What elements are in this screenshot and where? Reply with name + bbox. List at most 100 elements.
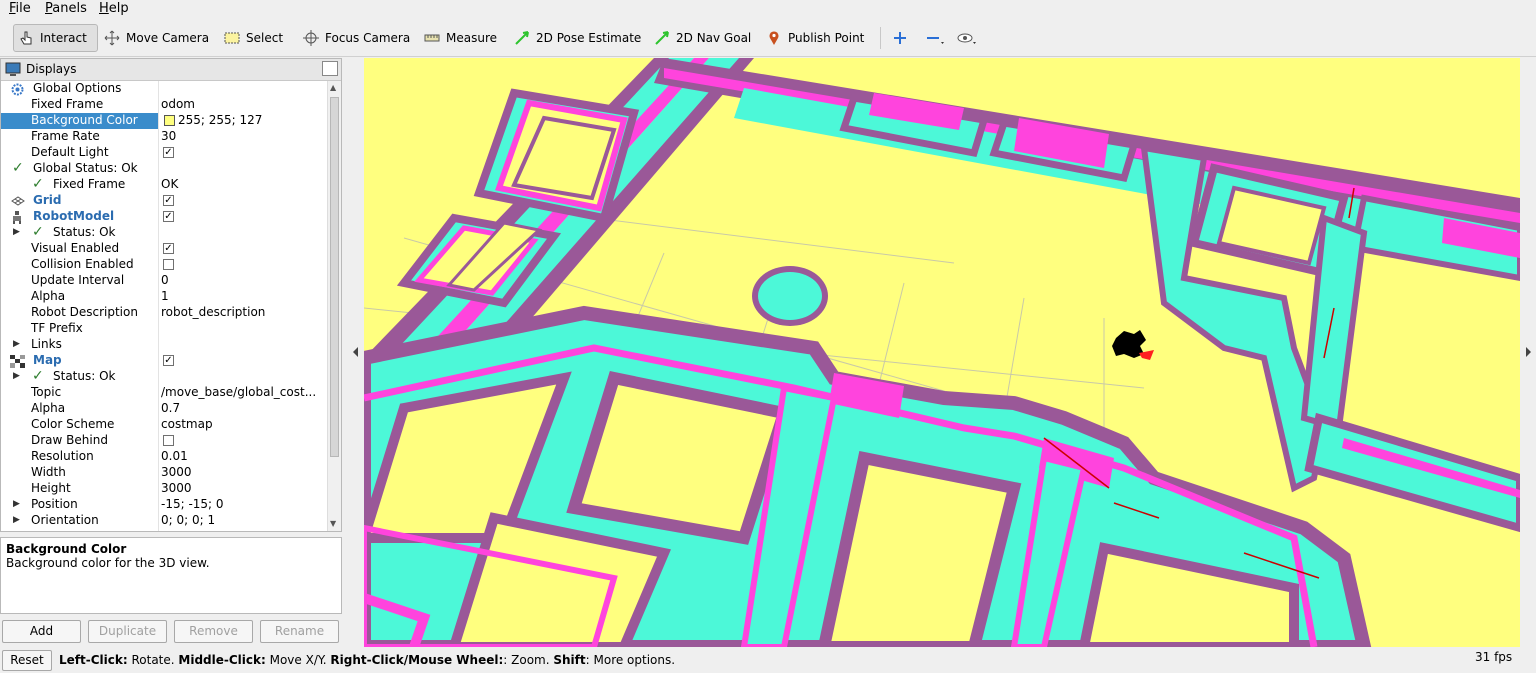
scroll-down-icon[interactable]: ▼: [330, 519, 336, 528]
row-value[interactable]: 1: [161, 289, 326, 305]
description-title: Background Color: [6, 542, 127, 556]
row-value[interactable]: 30: [161, 129, 326, 145]
scroll-thumb[interactable]: [330, 97, 339, 457]
tree-row-tf-prefix[interactable]: TF Prefix: [1, 321, 327, 337]
row-name: Height: [31, 481, 71, 495]
tree-row-orientation[interactable]: ▶ Orientation 0; 0; 0; 1: [1, 513, 327, 529]
tree-row-draw-behind[interactable]: Draw Behind: [1, 433, 327, 449]
focus-camera-tool-button[interactable]: Focus Camera: [303, 24, 410, 52]
rename-display-button[interactable]: Rename: [260, 620, 339, 643]
tree-row-alpha[interactable]: Alpha 1: [1, 289, 327, 305]
tree-row-map-alpha[interactable]: Alpha 0.7: [1, 401, 327, 417]
tree-row-collision-enabled[interactable]: Collision Enabled: [1, 257, 327, 273]
row-name: Global Options: [33, 81, 122, 95]
pose-estimate-label: 2D Pose Estimate: [536, 31, 642, 45]
checkbox-checked[interactable]: ✓: [163, 195, 174, 206]
tree-row-robotmodel[interactable]: RobotModel ✓: [1, 209, 327, 225]
expand-arrow-icon[interactable]: ▶: [13, 227, 20, 237]
row-value: 3000: [161, 481, 192, 495]
row-name: Frame Rate: [31, 129, 100, 143]
expand-arrow-icon[interactable]: ▶: [13, 515, 20, 525]
row-name: Robot Description: [31, 305, 138, 319]
tree-row-height[interactable]: Height 3000: [1, 481, 327, 497]
checkbox-checked[interactable]: ✓: [163, 243, 174, 254]
undock-button[interactable]: [322, 61, 338, 76]
remove-display-button[interactable]: Remove: [174, 620, 253, 643]
measure-tool-button[interactable]: Measure: [424, 24, 497, 52]
tree-row-robot-description[interactable]: Robot Description robot_description: [1, 305, 327, 321]
expand-arrow-icon[interactable]: ▶: [13, 339, 20, 349]
tree-row-global-options[interactable]: Global Options: [1, 81, 327, 97]
tree-row-grid[interactable]: Grid ✓: [1, 193, 327, 209]
row-value-cell[interactable]: 255; 255; 127: [161, 113, 326, 129]
checkbox-unchecked[interactable]: [163, 435, 174, 446]
duplicate-display-button[interactable]: Duplicate: [88, 620, 167, 643]
row-value[interactable]: robot_description: [161, 305, 326, 321]
tree-row-default-light[interactable]: Default Light ✓: [1, 145, 327, 161]
tree-row-position[interactable]: ▶ Position -15; -15; 0: [1, 497, 327, 513]
menu-help[interactable]: Help: [99, 1, 129, 16]
row-value[interactable]: [161, 321, 326, 337]
tree-row-background-color[interactable]: Background Color 255; 255; 127: [1, 113, 327, 129]
displays-scrollbar[interactable]: ▲ ▼: [327, 81, 341, 531]
tree-row-color-scheme[interactable]: Color Scheme costmap: [1, 417, 327, 433]
check-icon: ✓: [32, 225, 44, 240]
remove-tool-button[interactable]: [925, 24, 953, 52]
checkbox-checked[interactable]: ✓: [163, 355, 174, 366]
row-name: Color Scheme: [31, 417, 115, 431]
nav-goal-tool-button[interactable]: 2D Nav Goal: [654, 24, 751, 52]
tree-row-resolution[interactable]: Resolution 0.01: [1, 449, 327, 465]
tree-row-width[interactable]: Width 3000: [1, 465, 327, 481]
pose-estimate-tool-button[interactable]: 2D Pose Estimate: [514, 24, 641, 52]
scroll-up-icon[interactable]: ▲: [330, 83, 336, 92]
right-splitter-handle[interactable]: [1521, 58, 1536, 647]
checkbox-unchecked[interactable]: [163, 259, 174, 270]
checkbox-checked[interactable]: ✓: [163, 211, 174, 222]
displays-header: Displays: [1, 59, 341, 81]
tree-row-topic[interactable]: Topic /move_base/global_cost...: [1, 385, 327, 401]
toolbar-separator: [880, 27, 881, 49]
move-camera-label: Move Camera: [126, 31, 210, 45]
row-value[interactable]: 0: [161, 273, 326, 289]
tree-row-fixed-frame[interactable]: Fixed Frame odom: [1, 97, 327, 113]
tree-row-robotmodel-status[interactable]: ▶ ✓ Status: Ok: [1, 225, 327, 241]
add-display-button[interactable]: Add: [2, 620, 81, 643]
tree-row-visual-enabled[interactable]: Visual Enabled ✓: [1, 241, 327, 257]
expand-arrow-icon[interactable]: ▶: [13, 499, 20, 509]
select-tool-button[interactable]: Select: [224, 24, 283, 52]
tree-row-map-status[interactable]: ▶ ✓ Status: Ok: [1, 369, 327, 385]
3d-render-view[interactable]: [364, 58, 1520, 647]
tree-row-links[interactable]: ▶ Links: [1, 337, 327, 353]
green-arrow-icon: [655, 31, 669, 45]
menu-file[interactable]: File: [9, 1, 31, 16]
publish-point-tool-button[interactable]: Publish Point: [766, 24, 864, 52]
costmap-scene: [364, 58, 1520, 647]
displays-panel: Displays Global Options Fixed Frame odom…: [0, 58, 342, 532]
checkbox-checked[interactable]: ✓: [163, 147, 174, 158]
views-tool-button[interactable]: [957, 24, 985, 52]
select-label: Select: [246, 31, 284, 45]
row-value[interactable]: 0.7: [161, 401, 326, 417]
row-name: Visual Enabled: [31, 241, 120, 255]
row-value[interactable]: /move_base/global_cost...: [161, 385, 326, 401]
minus-icon: [927, 37, 944, 44]
collapse-right-arrow-icon[interactable]: [1524, 346, 1532, 358]
row-value: 255; 255; 127: [178, 113, 263, 127]
menu-panels[interactable]: Panels: [45, 1, 87, 16]
move-camera-tool-button[interactable]: Move Camera: [104, 24, 209, 52]
row-name: Position: [31, 497, 78, 511]
expand-arrow-icon[interactable]: ▶: [13, 371, 20, 381]
tree-row-fixed-frame-status[interactable]: ✓ Fixed Frame OK: [1, 177, 327, 193]
left-splitter-handle[interactable]: [349, 58, 363, 647]
interact-tool-button[interactable]: Interact: [13, 24, 98, 52]
reset-button[interactable]: Reset: [2, 650, 52, 671]
hint-text: : More options.: [585, 653, 676, 667]
tree-row-frame-rate[interactable]: Frame Rate 30: [1, 129, 327, 145]
row-value[interactable]: costmap: [161, 417, 326, 433]
tree-row-update-interval[interactable]: Update Interval 0: [1, 273, 327, 289]
row-value[interactable]: odom: [161, 97, 326, 113]
collapse-left-arrow-icon[interactable]: [352, 346, 360, 358]
tree-row-global-status[interactable]: ✓ Global Status: Ok: [1, 161, 327, 177]
add-tool-button[interactable]: [892, 24, 914, 52]
tree-row-map[interactable]: Map ✓: [1, 353, 327, 369]
